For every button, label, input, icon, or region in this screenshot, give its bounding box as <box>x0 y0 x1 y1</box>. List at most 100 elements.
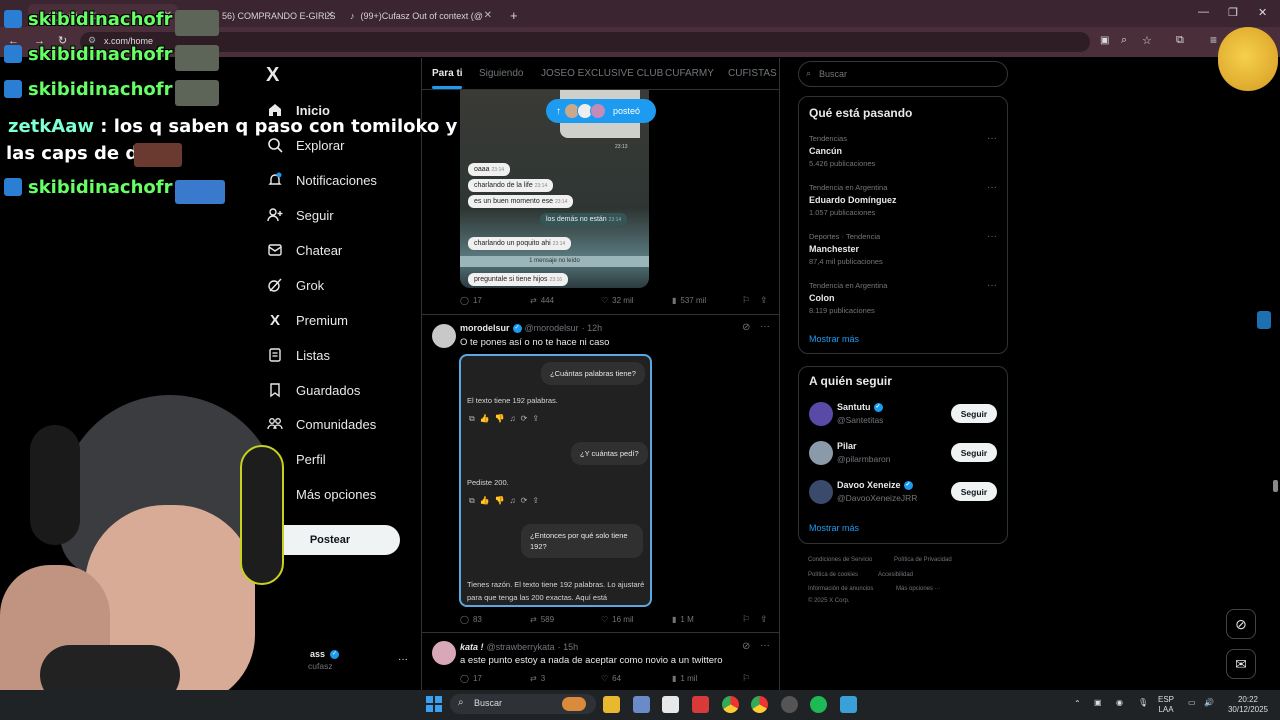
tray-icon[interactable]: ▣ <box>1094 698 1102 708</box>
more-icon[interactable]: ··· <box>987 182 997 193</box>
nav-item-premium[interactable]: X Premium <box>266 307 348 333</box>
tab-cufistas[interactable]: CUFISTAS <box>728 68 777 79</box>
close-icon[interactable]: ✕ <box>326 10 334 21</box>
footer-link[interactable]: Accesibilidad <box>878 572 913 578</box>
avatar[interactable] <box>432 324 456 348</box>
nav-item-grok[interactable]: Grok <box>266 272 324 298</box>
avatar[interactable] <box>809 402 833 426</box>
more-icon[interactable]: ··· <box>987 231 997 242</box>
minimize-icon[interactable]: — <box>1198 6 1209 18</box>
more-icon[interactable]: ··· <box>760 640 770 651</box>
nav-item-notifications[interactable]: Notificaciones <box>266 167 377 193</box>
close-window-icon[interactable]: ✕ <box>1258 6 1267 19</box>
nav-item-lists[interactable]: Listas <box>266 342 330 368</box>
grok-icon[interactable]: ⊘ <box>742 641 750 652</box>
language-indicator[interactable]: ESP LAA <box>1158 695 1174 715</box>
nav-item-chat[interactable]: Chatear <box>266 237 342 263</box>
tab-joseo-club[interactable]: JOSEO EXCLUSIVE CLUB <box>541 68 663 79</box>
tweet-time[interactable]: · 12h <box>582 323 603 333</box>
scrollbar[interactable] <box>1273 480 1278 492</box>
author-name[interactable]: morodelsur <box>460 323 510 333</box>
avatar[interactable] <box>809 480 833 504</box>
star-icon[interactable]: ☆ <box>1142 34 1152 47</box>
chevron-up-icon[interactable]: ⌃ <box>1074 699 1081 709</box>
tab-following[interactable]: Siguiendo <box>479 68 523 79</box>
account-switcher[interactable]: ass ✓ cufasz ··· <box>300 648 412 674</box>
like-button[interactable]: ♡ 64 <box>601 674 621 683</box>
author-handle[interactable]: @strawberrykata <box>487 642 555 652</box>
repost-button[interactable]: ⇄ 3 <box>530 674 545 683</box>
like-button[interactable]: ♡ 32 mil <box>601 296 634 305</box>
taskbar-search[interactable]: ⌕ Buscar <box>450 694 596 714</box>
start-icon[interactable] <box>426 696 442 712</box>
bookmark-icon[interactable]: ⚐ <box>742 295 750 306</box>
avatar[interactable] <box>432 641 456 665</box>
more-icon[interactable]: ··· <box>987 133 997 144</box>
repost-button[interactable]: ⇄ 589 <box>530 615 554 624</box>
spotify-icon[interactable] <box>810 696 827 713</box>
mic-icon[interactable]: 🎙 <box>1138 698 1148 708</box>
more-icon[interactable]: ··· <box>398 654 408 665</box>
grok-icon[interactable]: ⊘ <box>742 322 750 333</box>
reply-button[interactable]: ◯ 17 <box>460 296 482 305</box>
more-icon[interactable]: ··· <box>760 321 770 332</box>
messages-float-button[interactable]: ✉ <box>1226 649 1256 679</box>
views-button[interactable]: ▮ 537 mil <box>672 296 706 305</box>
x-logo[interactable]: X <box>266 64 279 87</box>
chrome-icon[interactable] <box>722 696 739 713</box>
follow-button[interactable]: Seguir <box>951 404 997 423</box>
grok-float-button[interactable]: ⊘ <box>1226 609 1256 639</box>
author-name[interactable]: kata ! <box>460 642 484 652</box>
like-button[interactable]: ♡ 16 mil <box>601 615 634 624</box>
install-icon[interactable]: ▣ <box>1100 35 1109 46</box>
chrome-icon[interactable] <box>751 696 768 713</box>
app-icon[interactable] <box>781 696 798 713</box>
app-icon[interactable] <box>633 696 650 713</box>
tweet-media-image[interactable]: ¿Cuántas palabras tiene? El texto tiene … <box>459 354 652 607</box>
tab-for-you[interactable]: Para ti <box>432 68 463 79</box>
zoom-icon[interactable]: ⌕ <box>1121 34 1127 47</box>
bookmark-icon[interactable]: ⚐ <box>742 673 750 684</box>
reply-button[interactable]: ◯ 83 <box>460 615 482 624</box>
tab-cufarmy[interactable]: CUFARMY <box>665 68 714 79</box>
display-icon[interactable]: ▭ <box>1188 698 1196 708</box>
close-icon[interactable]: ✕ <box>484 10 492 21</box>
extensions-icon[interactable]: ⧉ <box>1176 34 1184 47</box>
new-tab-button[interactable]: + <box>504 4 524 27</box>
footer-link[interactable]: Política de cookies <box>808 572 858 578</box>
share-icon[interactable]: ⇪ <box>760 614 768 625</box>
menu-icon[interactable]: ≡ <box>1210 33 1217 47</box>
share-icon[interactable]: ⇪ <box>760 295 768 306</box>
repost-button[interactable]: ⇄ 444 <box>530 296 554 305</box>
volume-icon[interactable]: 🔊 <box>1204 698 1214 708</box>
file-explorer-icon[interactable] <box>603 696 620 713</box>
avatar[interactable] <box>809 441 833 465</box>
app-icon[interactable] <box>692 696 709 713</box>
footer-link[interactable]: Condiciones de Servicio <box>808 557 872 563</box>
microphone-icon[interactable] <box>1257 311 1271 329</box>
more-icon[interactable]: ··· <box>987 280 997 291</box>
views-button[interactable]: ▮ 1 M <box>672 615 694 624</box>
footer-link[interactable]: Más opciones ··· <box>896 586 941 592</box>
tweet-time[interactable]: · 15h <box>558 642 579 652</box>
footer-link[interactable]: Información de anuncios <box>808 586 873 592</box>
search-input[interactable]: ⌕ Buscar <box>798 61 1008 87</box>
bookmark-icon[interactable]: ⚐ <box>742 614 750 625</box>
show-more-follow-link[interactable]: Mostrar más <box>809 523 859 533</box>
store-icon[interactable] <box>662 696 679 713</box>
footer-link[interactable]: Política de Privacidad <box>894 557 952 563</box>
address-bar[interactable]: ⚙ x.com/home <box>80 32 1090 52</box>
author-handle[interactable]: @morodelsur <box>525 323 579 333</box>
maximize-icon[interactable]: ❐ <box>1228 6 1238 19</box>
app-icon[interactable] <box>840 696 857 713</box>
views-button[interactable]: ▮ 1 mil <box>672 674 697 683</box>
show-more-trends-link[interactable]: Mostrar más <box>809 334 859 344</box>
reply-button[interactable]: ◯ 17 <box>460 674 482 683</box>
tray-icon[interactable]: ◉ <box>1116 698 1123 708</box>
clock[interactable]: 20:22 30/12/2025 <box>1222 695 1274 715</box>
follow-button[interactable]: Seguir <box>951 443 997 462</box>
browser-tab[interactable]: ♪ (99+)Cufasz Out of context (@ ✕ <box>344 4 498 27</box>
follow-button[interactable]: Seguir <box>951 482 997 501</box>
nav-item-follow[interactable]: Seguir <box>266 202 334 228</box>
new-posts-pill[interactable]: ↑ posteó <box>546 99 656 123</box>
